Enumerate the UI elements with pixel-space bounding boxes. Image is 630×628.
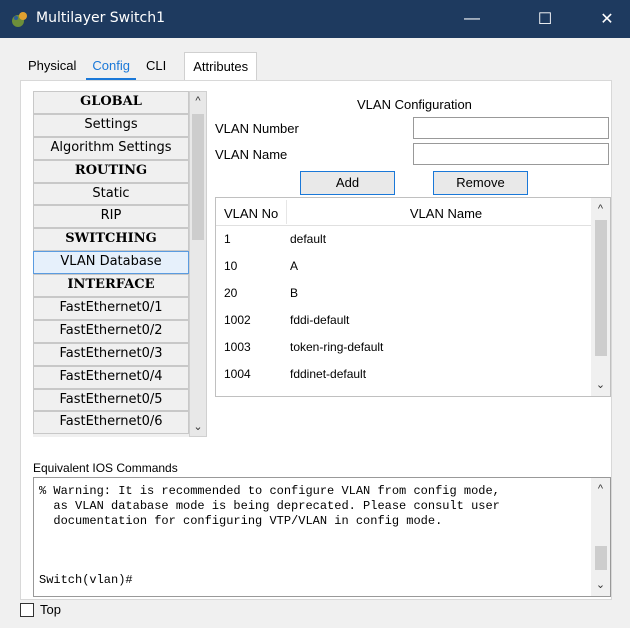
nav-item-algorithm-settings[interactable]: Algorithm Settings: [33, 136, 189, 160]
scroll-up-icon[interactable]: ^: [190, 92, 206, 110]
table-row[interactable]: 1003 token-ring-default: [216, 334, 592, 361]
scroll-up-icon[interactable]: ^: [591, 480, 610, 498]
vlan-no-cell: 1003: [224, 340, 251, 354]
table-row[interactable]: 1004 fddinet-default: [216, 361, 592, 388]
nav-item-vlan-database[interactable]: VLAN Database: [33, 251, 189, 275]
vlan-name-cell: default: [290, 232, 327, 246]
table-row[interactable]: 1 default: [216, 226, 592, 253]
top-checkbox[interactable]: [20, 602, 34, 617]
config-nav-list: GLOBAL Settings Algorithm Settings ROUTI…: [33, 91, 189, 437]
vlan-table-header: VLAN No VLAN Name: [216, 198, 592, 226]
nav-item-fastethernet0-5[interactable]: FastEthernet0/5: [33, 388, 189, 412]
col-header-vlan-name[interactable]: VLAN Name: [346, 206, 546, 221]
minimize-button[interactable]: —: [449, 0, 495, 38]
nav-item-fastethernet0-4[interactable]: FastEthernet0/4: [33, 365, 189, 389]
tab-attributes[interactable]: Attributes: [184, 52, 258, 80]
console-scrollbar[interactable]: ^ ⌄: [591, 478, 610, 596]
ios-commands-label: Equivalent IOS Commands: [33, 461, 178, 475]
nav-section-global: GLOBAL: [33, 91, 189, 114]
nav-item-fastethernet0-6[interactable]: FastEthernet0/6: [33, 411, 189, 435]
vlan-no-cell: 20: [224, 286, 238, 300]
console-line: % Warning: It is recommended to configur…: [39, 484, 500, 498]
column-divider[interactable]: [286, 200, 287, 224]
table-row[interactable]: 1005 trnet-default: [216, 388, 592, 396]
vlan-name-cell: B: [290, 286, 299, 300]
vlan-name-cell: A: [290, 259, 299, 273]
remove-button[interactable]: Remove: [433, 171, 528, 195]
nav-section-switching: SWITCHING: [33, 228, 189, 252]
nav-item-fastethernet0-2[interactable]: FastEthernet0/2: [33, 319, 189, 343]
add-button[interactable]: Add: [300, 171, 395, 195]
vlan-name-row: VLAN Name: [215, 143, 611, 167]
nav-item-settings[interactable]: Settings: [33, 113, 189, 137]
nav-section-interface: INTERFACE: [33, 274, 189, 298]
vlan-table-scrollbar[interactable]: ^ ⌄: [591, 198, 610, 396]
tab-physical[interactable]: Physical: [20, 52, 84, 80]
console-line: documentation for configuring VTP/VLAN i…: [39, 514, 443, 528]
vlan-config-title: VLAN Configuration: [357, 97, 472, 112]
vlan-name-cell: fddinet-default: [290, 367, 367, 381]
vlan-number-input[interactable]: [413, 117, 609, 139]
vlan-name-input[interactable]: [413, 143, 609, 165]
tab-config[interactable]: Config: [84, 52, 138, 80]
tab-bar: Physical Config CLI Attributes: [20, 52, 258, 80]
window-body: Physical Config CLI Attributes GLOBAL Se…: [0, 38, 630, 628]
col-header-vlan-no[interactable]: VLAN No: [224, 206, 278, 221]
vlan-name-label: VLAN Name: [215, 147, 288, 162]
nav-item-fastethernet0-1[interactable]: FastEthernet0/1: [33, 297, 189, 320]
vlan-no-cell: 10: [224, 259, 238, 273]
vlan-no-cell: 1002: [224, 313, 251, 327]
title-bar: Multilayer Switch1 — ☐ ✕: [0, 0, 630, 38]
top-checkbox-label: Top: [40, 602, 61, 617]
scroll-down-icon[interactable]: ⌄: [591, 576, 610, 594]
nav-scrollbar[interactable]: ^ ⌄: [189, 91, 207, 437]
tab-cli[interactable]: CLI: [138, 52, 174, 80]
console-line: as VLAN database mode is being deprecate…: [39, 499, 500, 513]
vlan-no-cell: 1005: [224, 394, 251, 396]
vlan-number-row: VLAN Number: [215, 117, 611, 141]
console-prompt: Switch(vlan)#: [39, 573, 133, 587]
vlan-no-cell: 1004: [224, 367, 251, 381]
nav-item-rip[interactable]: RIP: [33, 205, 189, 229]
top-checkbox-row[interactable]: Top: [20, 602, 61, 617]
config-panel: GLOBAL Settings Algorithm Settings ROUTI…: [20, 80, 612, 600]
table-row[interactable]: 10 A: [216, 253, 592, 280]
table-row[interactable]: 20 B: [216, 280, 592, 307]
vlan-name-cell: token-ring-default: [290, 340, 384, 354]
scroll-up-icon[interactable]: ^: [591, 200, 610, 218]
vlan-no-cell: 1: [224, 232, 231, 246]
nav-item-fastethernet0-3[interactable]: FastEthernet0/3: [33, 342, 189, 366]
cisco-app-icon: [12, 12, 27, 27]
vlan-name-cell: trnet-default: [290, 394, 354, 396]
vlan-table: VLAN No VLAN Name 1 default 10 A 20 B 10…: [215, 197, 611, 397]
console-scroll-thumb[interactable]: [595, 546, 607, 570]
window-title: Multilayer Switch1: [36, 10, 165, 26]
table-row[interactable]: 1002 fddi-default: [216, 307, 592, 334]
nav-item-static[interactable]: Static: [33, 182, 189, 206]
console-output: % Warning: It is recommended to configur…: [39, 484, 500, 529]
close-button[interactable]: ✕: [584, 0, 630, 38]
maximize-button[interactable]: ☐: [522, 0, 568, 38]
scroll-down-icon[interactable]: ⌄: [591, 376, 610, 394]
vlan-number-label: VLAN Number: [215, 121, 299, 136]
scroll-down-icon[interactable]: ⌄: [190, 418, 206, 436]
ios-console[interactable]: % Warning: It is recommended to configur…: [33, 477, 611, 597]
vlan-scroll-thumb[interactable]: [595, 220, 607, 356]
vlan-name-cell: fddi-default: [290, 313, 350, 327]
nav-scroll-thumb[interactable]: [192, 114, 204, 240]
nav-section-routing: ROUTING: [33, 159, 189, 183]
